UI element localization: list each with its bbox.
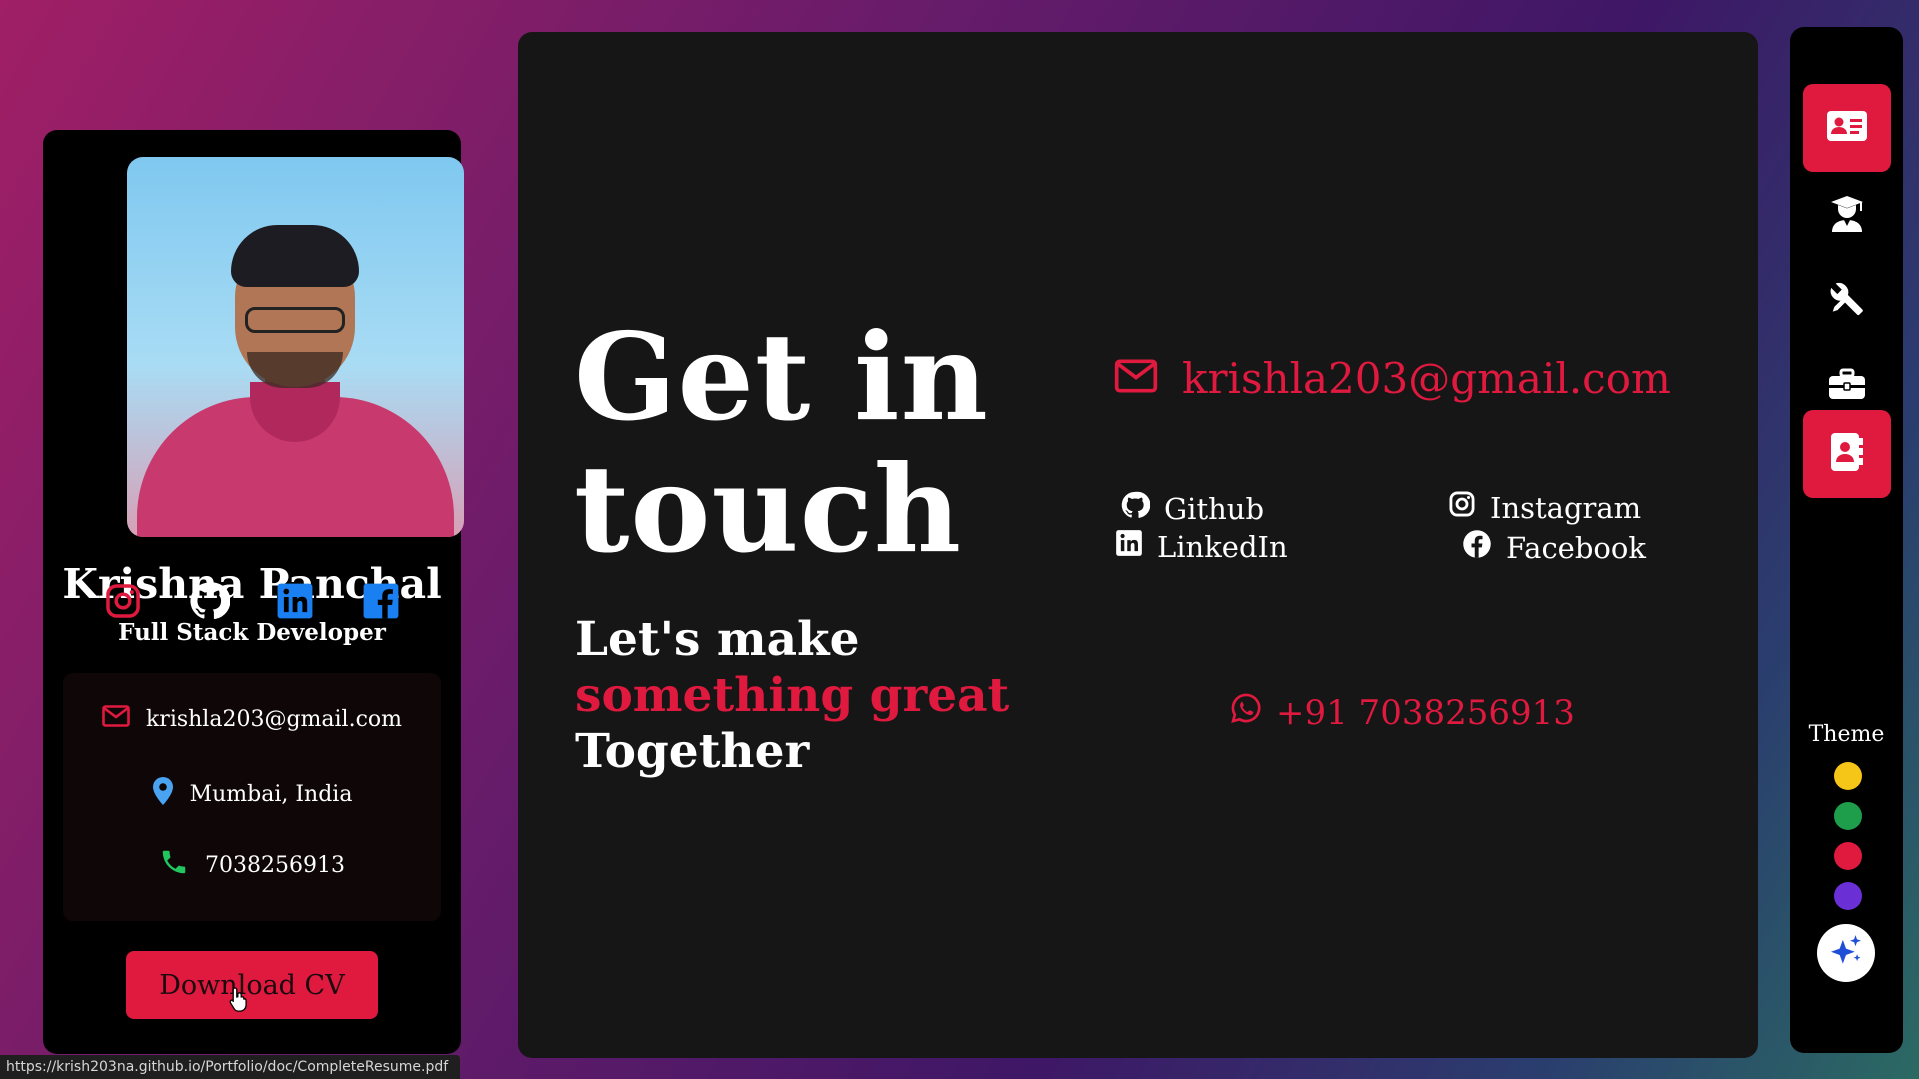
- facebook-link-text: Facebook: [1506, 530, 1646, 565]
- contact-phone-text: 7038256913: [205, 852, 345, 878]
- contact-phone: 7038256913: [63, 847, 441, 883]
- nav-item-contact[interactable]: [1803, 410, 1891, 498]
- contact-email: krishla203@gmail.com: [63, 705, 441, 733]
- location-pin-icon: [152, 776, 174, 812]
- nav-item-education[interactable]: [1803, 172, 1891, 260]
- page-heading: Get in touch: [574, 312, 989, 576]
- linkedin-link[interactable]: LinkedIn: [1115, 529, 1288, 564]
- github-icon[interactable]: [188, 580, 230, 622]
- instagram-icon: [1448, 490, 1476, 525]
- nav-item-about[interactable]: [1803, 84, 1891, 172]
- instagram-link-text: Instagram: [1490, 490, 1642, 525]
- avatar: [127, 157, 464, 537]
- side-nav: Theme: [1790, 27, 1903, 1053]
- github-icon: [1120, 490, 1151, 527]
- linkedin-link-text: LinkedIn: [1157, 529, 1288, 564]
- theme-red-swatch[interactable]: [1834, 842, 1862, 870]
- graduation-icon: [1829, 195, 1865, 237]
- tagline-line-2: something great: [575, 668, 1010, 723]
- hand-cursor-icon: [229, 986, 249, 1016]
- contact-panel: Get in touch Let's make something great …: [518, 32, 1758, 1058]
- mail-icon: [1114, 354, 1158, 403]
- theme-yellow-swatch[interactable]: [1834, 762, 1862, 790]
- heading-line-2: touch: [574, 439, 963, 580]
- instagram-icon[interactable]: [102, 580, 144, 622]
- sparkle-stars-icon: [1827, 932, 1865, 974]
- heading-line-1: Get in: [574, 307, 989, 448]
- contact-email-link[interactable]: krishla203@gmail.com: [1114, 354, 1671, 403]
- sparkle-button[interactable]: [1817, 924, 1875, 982]
- linkedin-icon[interactable]: [274, 580, 316, 622]
- facebook-link[interactable]: Facebook: [1462, 529, 1646, 566]
- tagline-line-1: Let's make: [575, 612, 860, 667]
- whatsapp-number: +91 7038256913: [1276, 692, 1575, 733]
- contact-location: Mumbai, India: [63, 776, 441, 812]
- briefcase-icon: [1828, 368, 1866, 404]
- contact-info-box: krishla203@gmail.com Mumbai, India 70382…: [63, 673, 441, 921]
- theme-label: Theme: [1808, 722, 1885, 747]
- whatsapp-icon: [1230, 692, 1262, 733]
- facebook-icon[interactable]: [360, 580, 402, 622]
- mail-icon: [102, 705, 130, 733]
- linkedin-icon: [1115, 529, 1143, 564]
- contact-book-icon: [1830, 432, 1864, 476]
- contact-email-text: krishla203@gmail.com: [145, 706, 403, 732]
- tagline-line-3: Together: [575, 724, 810, 779]
- download-cv-button[interactable]: Download CV: [126, 951, 378, 1019]
- contact-location-text: Mumbai, India: [189, 781, 353, 807]
- profile-card-icon: [1826, 110, 1868, 146]
- facebook-icon: [1462, 529, 1492, 566]
- nav-item-skills[interactable]: [1803, 257, 1891, 345]
- tools-icon: [1828, 280, 1866, 322]
- phone-icon: [159, 847, 189, 883]
- theme-green-swatch[interactable]: [1834, 802, 1862, 830]
- profile-social-row: [43, 580, 461, 622]
- contact-email-link-text: krishla203@gmail.com: [1182, 354, 1671, 403]
- whatsapp-link[interactable]: +91 7038256913: [1230, 692, 1575, 733]
- github-link-text: Github: [1164, 491, 1265, 526]
- profile-role: Full Stack Developer: [118, 619, 386, 646]
- theme-purple-swatch[interactable]: [1834, 882, 1862, 910]
- browser-status-url: https://krish203na.github.io/Portfolio/d…: [0, 1055, 461, 1079]
- github-link[interactable]: Github: [1120, 490, 1264, 527]
- tagline: Let's make something great Together: [575, 612, 1009, 780]
- instagram-link[interactable]: Instagram: [1448, 490, 1641, 525]
